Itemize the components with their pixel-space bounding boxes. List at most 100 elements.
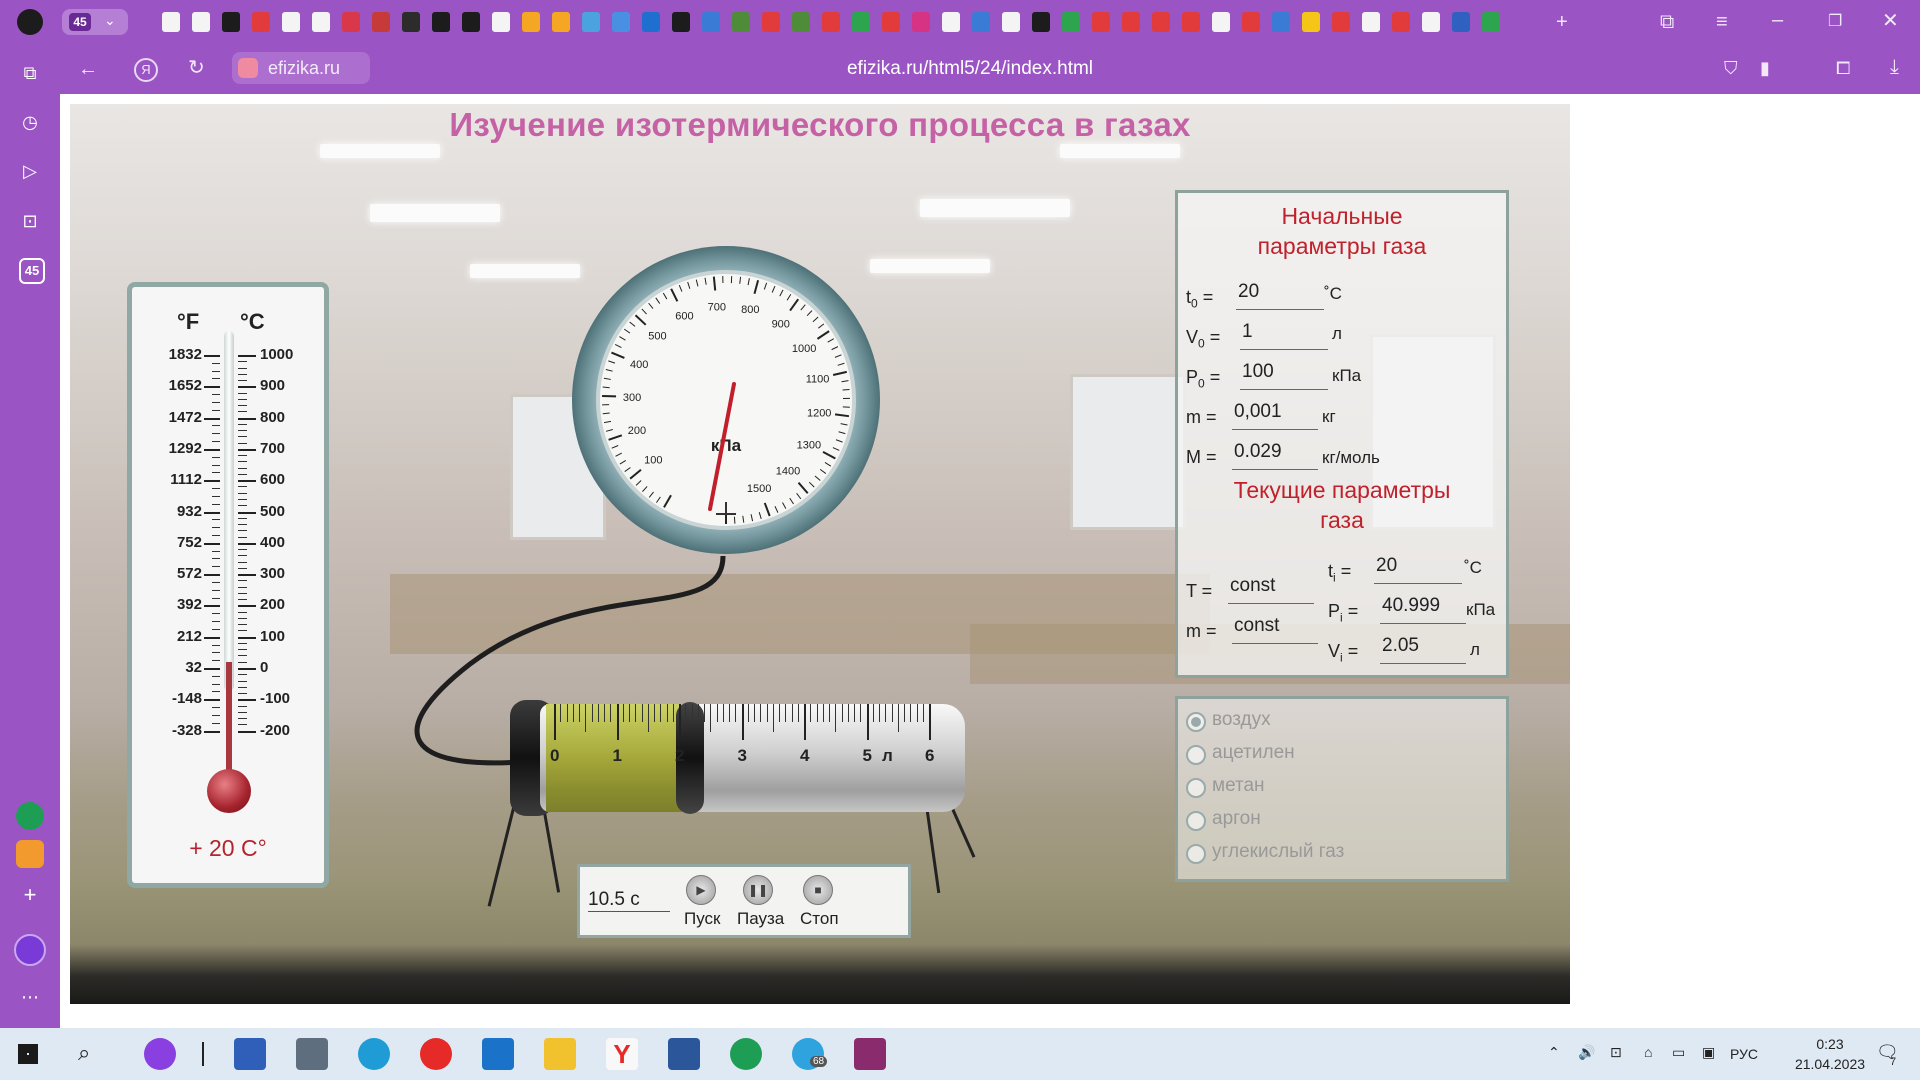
reload-icon[interactable]: ↻ [188, 58, 205, 78]
display-icon[interactable]: ▣ [1702, 1044, 1715, 1061]
pinned-tab-icon[interactable] [1212, 12, 1230, 32]
pinned-tab-icon[interactable] [162, 12, 180, 32]
search-icon[interactable]: ⌕ [78, 1040, 90, 1066]
pinned-tab-icon[interactable] [1422, 12, 1440, 32]
bookmark-icon[interactable]: ▮ [1760, 58, 1770, 78]
gas-radio[interactable] [1186, 745, 1206, 765]
alice-icon[interactable] [14, 934, 46, 966]
play-icon[interactable]: ▶ [686, 875, 716, 905]
history-icon[interactable]: ◷ [17, 109, 43, 135]
pause-icon[interactable]: ❚❚ [743, 875, 773, 905]
gas-option-label[interactable]: аргон [1212, 808, 1261, 830]
pause-button[interactable]: Пауза [737, 909, 784, 929]
tab-list-icon[interactable]: ⧉ [1660, 12, 1674, 32]
pinned-tab-icon[interactable] [1122, 12, 1140, 32]
pinned-tab-icon[interactable] [882, 12, 900, 32]
minimize-icon[interactable]: – [1772, 10, 1783, 30]
pinned-tab-icon[interactable] [1302, 12, 1320, 32]
volume-icon[interactable]: 🔊 [1578, 1044, 1595, 1061]
pinned-tab-icon[interactable] [672, 12, 690, 32]
pinned-tab-icon[interactable] [522, 12, 540, 32]
pinned-tab-icon[interactable] [1452, 12, 1470, 32]
video-icon[interactable]: ▷ [17, 158, 43, 184]
stop-icon[interactable]: ■ [803, 875, 833, 905]
pinned-tab-icon[interactable] [1032, 12, 1050, 32]
gas-option-label[interactable]: углекислый газ [1212, 841, 1344, 863]
more-icon[interactable]: ⋯ [17, 984, 43, 1010]
green-app-icon[interactable] [730, 1038, 762, 1070]
start-button[interactable]: Пуск [684, 909, 720, 929]
pinned-tab-icon[interactable] [612, 12, 630, 32]
gas-radio[interactable] [1186, 778, 1206, 798]
close-icon[interactable]: ✕ [1882, 11, 1899, 31]
download-icon[interactable]: ⤓ [1890, 57, 1899, 77]
pinned-tab-icon[interactable] [342, 12, 360, 32]
restore-icon[interactable]: ❐ [1828, 12, 1842, 32]
pinned-tab-icon[interactable] [942, 12, 960, 32]
pinned-tab-icon[interactable] [1242, 12, 1260, 32]
pinned-tab-icon[interactable] [1272, 12, 1290, 32]
tray-app-icon[interactable]: ⊡ [1610, 1044, 1622, 1061]
gas-radio[interactable] [1186, 811, 1206, 831]
pinned-tab-icon[interactable] [732, 12, 750, 32]
menu-icon[interactable]: ≡ [1716, 12, 1728, 32]
pinned-tab-icon[interactable] [642, 12, 660, 32]
pinned-tab-icon[interactable] [1482, 12, 1500, 32]
pinned-tab-icon[interactable] [552, 12, 570, 32]
pinned-tab-icon[interactable] [282, 12, 300, 32]
winrar-icon[interactable] [854, 1038, 886, 1070]
tray-chevron-icon[interactable]: ⌃ [1548, 1044, 1560, 1061]
mail-icon[interactable] [482, 1038, 514, 1070]
pinned-tab-icon[interactable] [852, 12, 870, 32]
word-icon[interactable] [668, 1038, 700, 1070]
pinned-tab-icon[interactable] [1002, 12, 1020, 32]
pinned-tab-icon[interactable] [462, 12, 480, 32]
pinned-tab-icon[interactable] [1182, 12, 1200, 32]
battery-icon[interactable]: ▭ [1672, 1044, 1685, 1061]
pinned-tab-icon[interactable] [222, 12, 240, 32]
app-icon-green[interactable] [16, 802, 44, 830]
app-icon-orange[interactable] [16, 840, 44, 868]
pinned-tab-icon[interactable] [402, 12, 420, 32]
pinned-tab-icon[interactable] [912, 12, 930, 32]
gas-option-label[interactable]: воздух [1212, 709, 1271, 731]
network-icon[interactable]: ⌂ [1644, 1044, 1652, 1060]
mass-value[interactable]: 0,001 [1232, 401, 1318, 430]
pinned-tab-icon[interactable] [1152, 12, 1170, 32]
new-tab-icon[interactable]: + [1556, 12, 1568, 32]
store-icon[interactable] [234, 1038, 266, 1070]
v0-value[interactable]: 1 [1240, 321, 1328, 350]
explorer-icon[interactable] [544, 1038, 576, 1070]
collections-icon[interactable]: ⧠ [1836, 58, 1850, 78]
pinned-tab-icon[interactable] [822, 12, 840, 32]
clock-time[interactable]: 0:23 [1800, 1036, 1860, 1052]
protect-icon[interactable]: ⛉ [1724, 58, 1738, 78]
yandex-icon[interactable]: Я [134, 58, 158, 82]
pinned-tab-icon[interactable] [1362, 12, 1380, 32]
pinned-tab-icon[interactable] [252, 12, 270, 32]
t0-value[interactable]: 20 [1236, 281, 1324, 310]
gas-radio[interactable] [1186, 712, 1206, 732]
stop-button[interactable]: Стоп [800, 909, 839, 929]
pinned-tab-icon[interactable] [312, 12, 330, 32]
pinned-tab-icon[interactable] [492, 12, 510, 32]
pinned-tab-icon[interactable] [1062, 12, 1080, 32]
url-text[interactable]: efizika.ru/html5/24/index.html [580, 58, 1360, 80]
input-language[interactable]: РУС [1730, 1046, 1758, 1062]
site-chip[interactable]: efizika.ru [232, 52, 370, 84]
gas-option-label[interactable]: метан [1212, 775, 1265, 797]
telegram-icon[interactable]: 68 [792, 1038, 828, 1070]
pinned-tab-icon[interactable] [372, 12, 390, 32]
alice-taskbar-icon[interactable] [144, 1038, 176, 1070]
pinned-tab-icon[interactable] [792, 12, 810, 32]
profile-avatar[interactable] [17, 9, 43, 35]
pinned-tab-icon[interactable] [972, 12, 990, 32]
pinned-tab-icon[interactable] [1332, 12, 1350, 32]
start-icon[interactable] [18, 1044, 38, 1064]
p0-value[interactable]: 100 [1240, 361, 1328, 390]
tab-counter-button[interactable]: 45 ⌄ [62, 9, 128, 35]
pinned-tab-icon[interactable] [1392, 12, 1410, 32]
gas-option-label[interactable]: ацетилен [1212, 742, 1295, 764]
gas-radio[interactable] [1186, 844, 1206, 864]
molar-mass-value[interactable]: 0.029 [1232, 441, 1318, 470]
